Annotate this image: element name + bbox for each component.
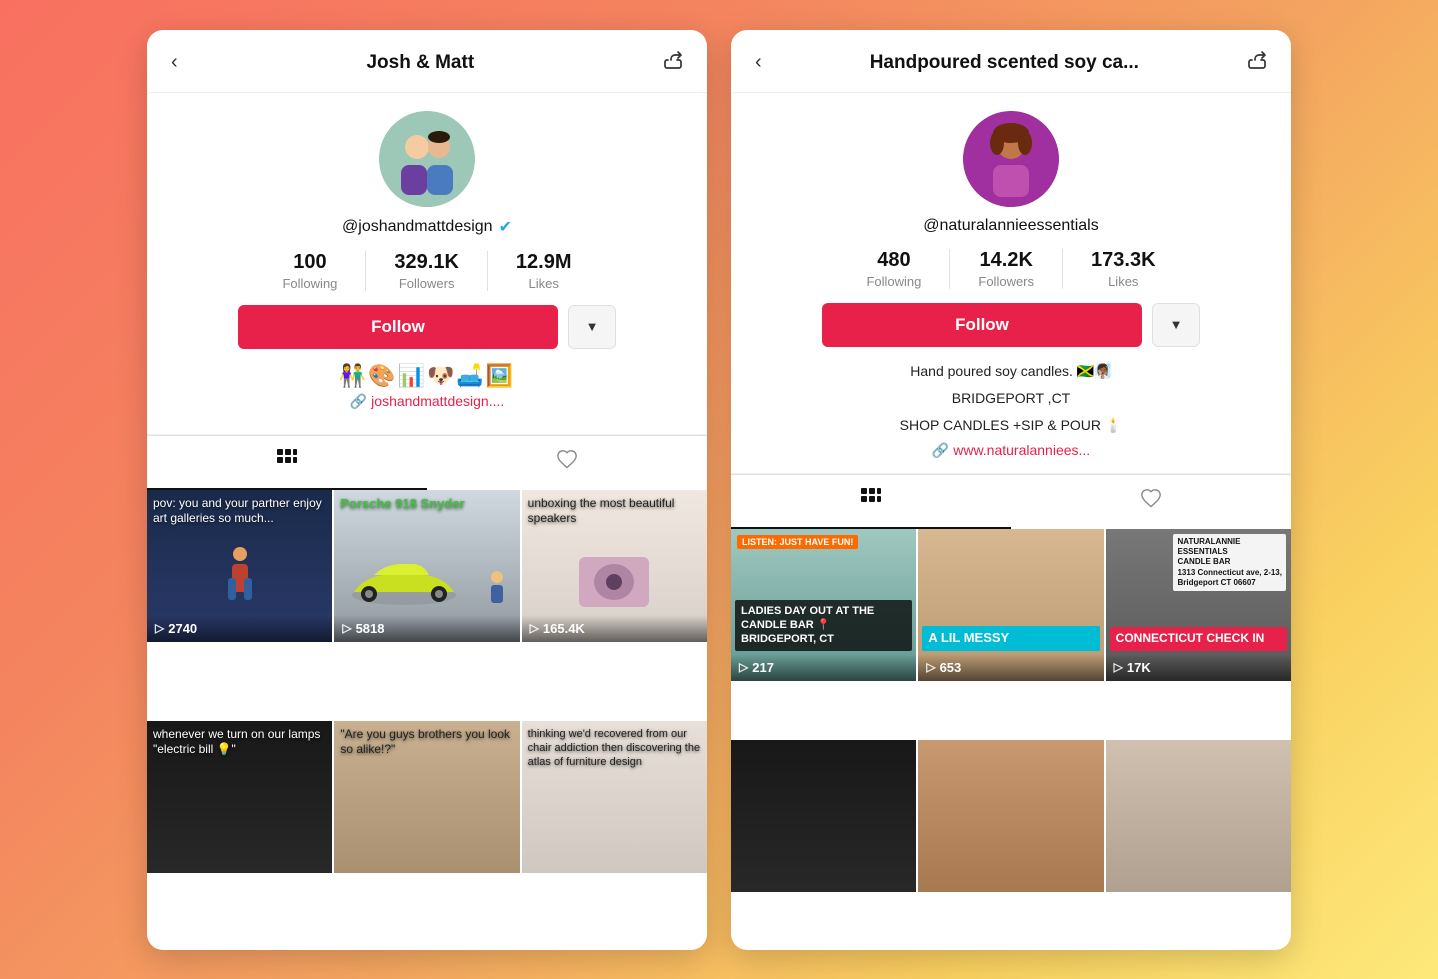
right-video-3-label: CONNECTICUT CHECK IN xyxy=(1110,627,1287,651)
right-video-2[interactable]: A LIL MESSY ▷ 653 xyxy=(918,529,1103,681)
right-back-button[interactable]: ‹ xyxy=(751,47,766,78)
left-avatar xyxy=(379,111,475,207)
right-header: ‹ Handpoured scented soy ca... xyxy=(731,30,1291,93)
right-username: @naturalannieessentials xyxy=(923,217,1098,235)
right-dropdown-icon: ▼ xyxy=(1170,317,1183,332)
left-video-2-overlay: ▷ 5818 xyxy=(334,615,519,642)
left-phone: ‹ Josh & Matt xyxy=(147,30,707,950)
right-video-1-overlay: ▷ 217 xyxy=(731,654,916,681)
right-profile-title: Handpoured scented soy ca... xyxy=(766,52,1243,74)
left-video-2-caption: Porsche 918 Snyder xyxy=(340,496,513,513)
left-dropdown-button[interactable]: ▼ xyxy=(568,305,616,349)
link-icon: 🔗 xyxy=(350,393,367,410)
right-videos-tab-icon xyxy=(860,487,882,515)
right-video-3-overlay: ▷ 17K xyxy=(1106,654,1291,681)
left-tab-videos[interactable] xyxy=(147,436,427,490)
right-phone: ‹ Handpoured scented soy ca... xyxy=(731,30,1291,950)
right-profile-section: @naturalannieessentials 480 Following 14… xyxy=(731,93,1291,474)
right-likes-tab-icon xyxy=(1140,487,1162,515)
right-video-1-views: ▷ 217 xyxy=(739,660,908,675)
left-video-3[interactable]: unboxing the most beautiful speakers ▷ 1… xyxy=(522,490,707,642)
right-video-2-label: A LIL MESSY xyxy=(922,626,1099,651)
left-video-5-caption: "Are you guys brothers you look so alike… xyxy=(340,727,513,758)
left-profile-title: Josh & Matt xyxy=(182,52,659,74)
left-videos-tab-icon xyxy=(276,448,298,476)
right-avatar xyxy=(963,111,1059,207)
left-stats: 100 Following 329.1K Followers 12.9M Lik… xyxy=(171,251,683,291)
left-video-4-caption: whenever we turn on our lamps "electric … xyxy=(153,727,326,758)
left-video-1-caption: pov: you and your partner enjoy art gall… xyxy=(153,496,326,527)
left-video-1-overlay: ▷ 2740 xyxy=(147,615,332,642)
left-tab-likes[interactable] xyxy=(427,436,707,490)
left-header: ‹ Josh & Matt xyxy=(147,30,707,93)
left-video-5[interactable]: "Are you guys brothers you look so alike… xyxy=(334,721,519,873)
right-video-2-views: ▷ 653 xyxy=(926,660,1095,675)
right-following-stat[interactable]: 480 Following xyxy=(838,249,950,289)
left-likes-tab-icon xyxy=(556,448,578,476)
right-likes-stat[interactable]: 173.3K Likes xyxy=(1063,249,1184,289)
right-video-6[interactable] xyxy=(1106,740,1291,892)
right-dropdown-button[interactable]: ▼ xyxy=(1152,303,1200,347)
right-video-1-tag: LISTEN: JUST HAVE FUN! xyxy=(737,535,858,549)
left-tabs xyxy=(147,435,707,490)
left-username: @joshandmattdesign ✔ xyxy=(342,217,512,237)
right-stats: 480 Following 14.2K Followers 173.3K Lik… xyxy=(755,249,1267,289)
right-video-4[interactable] xyxy=(731,740,916,892)
left-follow-button[interactable]: Follow xyxy=(238,305,558,349)
left-follow-row: Follow ▼ xyxy=(171,305,683,349)
right-tab-videos[interactable] xyxy=(731,475,1011,529)
left-share-button[interactable] xyxy=(659,46,687,80)
left-video-3-caption: unboxing the most beautiful speakers xyxy=(528,496,701,527)
right-video-2-overlay: ▷ 653 xyxy=(918,654,1103,681)
right-bio-line3: SHOP CANDLES +SIP & POUR 🕯️ xyxy=(900,415,1123,436)
left-following-stat[interactable]: 100 Following xyxy=(254,251,366,291)
left-verified-badge: ✔ xyxy=(499,217,512,237)
left-share-icon xyxy=(663,53,683,75)
left-video-3-views: ▷ 165.4K xyxy=(530,621,699,636)
left-video-grid: pov: you and your partner enjoy art gall… xyxy=(147,490,707,950)
right-followers-stat[interactable]: 14.2K Followers xyxy=(950,249,1063,289)
left-bio-emojis: 👫🎨📊🐶🛋️🖼️ xyxy=(339,363,515,389)
right-bio-line1: Hand poured soy candles. 🇯🇲🧖🏾‍♀️ xyxy=(910,361,1111,382)
right-follow-row: Follow ▼ xyxy=(755,303,1267,347)
left-video-2[interactable]: Porsche 918 Snyder ▷ 5818 xyxy=(334,490,519,642)
right-tab-likes[interactable] xyxy=(1011,475,1291,529)
right-bio-link[interactable]: 🔗 www.naturalanniees... xyxy=(932,442,1090,459)
left-likes-stat[interactable]: 12.9M Likes xyxy=(488,251,600,291)
right-tabs xyxy=(731,474,1291,529)
right-bio-line2: BRIDGEPORT ,CT xyxy=(952,388,1071,409)
left-back-button[interactable]: ‹ xyxy=(167,47,182,78)
right-video-5[interactable] xyxy=(918,740,1103,892)
right-video-3-white-tag: NATURALANNIEESSENTIALSCANDLE BAR1313 Con… xyxy=(1173,534,1286,592)
right-share-button[interactable] xyxy=(1243,46,1271,80)
right-follow-button[interactable]: Follow xyxy=(822,303,1142,347)
left-video-2-views: ▷ 5818 xyxy=(342,621,511,636)
left-video-6[interactable]: thinking we'd recovered from our chair a… xyxy=(522,721,707,873)
left-back-icon: ‹ xyxy=(171,51,178,73)
right-video-1[interactable]: LISTEN: JUST HAVE FUN! LADIES DAY OUT AT… xyxy=(731,529,916,681)
left-video-1[interactable]: pov: you and your partner enjoy art gall… xyxy=(147,490,332,642)
left-video-3-overlay: ▷ 165.4K xyxy=(522,615,707,642)
right-video-1-label: LADIES DAY OUT AT THE CANDLE BAR 📍 BRIDG… xyxy=(735,600,912,651)
left-video-1-views: ▷ 2740 xyxy=(155,621,324,636)
right-video-3[interactable]: NATURALANNIEESSENTIALSCANDLE BAR1313 Con… xyxy=(1106,529,1291,681)
right-back-icon: ‹ xyxy=(755,51,762,73)
left-profile-section: @joshandmattdesign ✔ 100 Following 329.1… xyxy=(147,93,707,435)
left-video-4[interactable]: whenever we turn on our lamps "electric … xyxy=(147,721,332,873)
left-bio-link[interactable]: 🔗 joshandmattdesign.... xyxy=(350,393,505,410)
left-video-6-caption: thinking we'd recovered from our chair a… xyxy=(528,727,701,770)
right-video-grid: LISTEN: JUST HAVE FUN! LADIES DAY OUT AT… xyxy=(731,529,1291,950)
left-dropdown-icon: ▼ xyxy=(586,319,599,334)
right-link-icon: 🔗 xyxy=(932,442,949,459)
right-share-icon xyxy=(1247,53,1267,75)
right-video-3-views: ▷ 17K xyxy=(1114,660,1283,675)
left-followers-stat[interactable]: 329.1K Followers xyxy=(366,251,488,291)
